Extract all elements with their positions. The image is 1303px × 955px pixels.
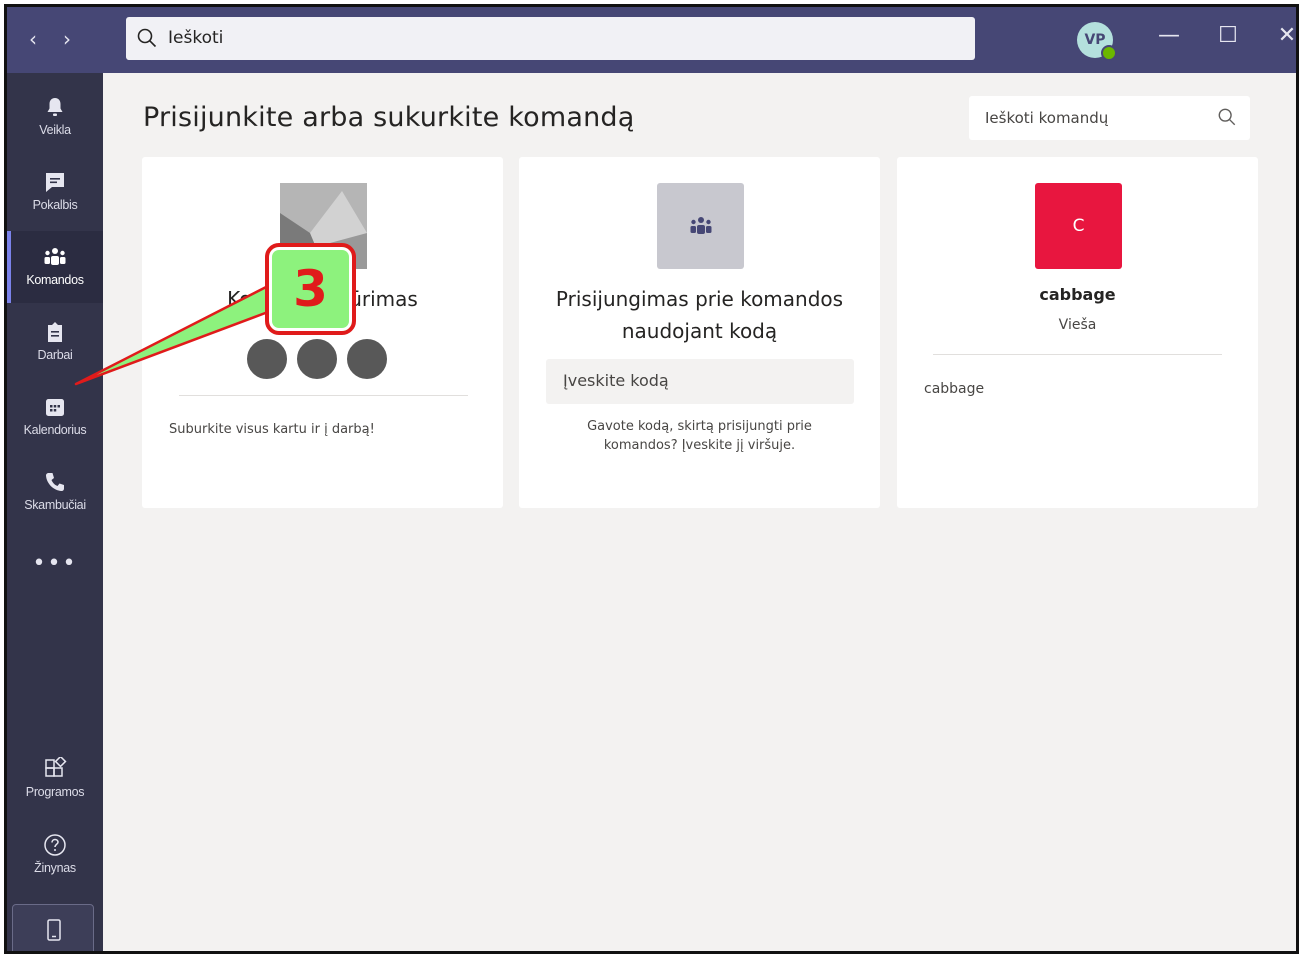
team-description: cabbage bbox=[924, 381, 985, 397]
sidebar-item-help[interactable]: Žinynas bbox=[7, 819, 103, 891]
search-icon bbox=[1218, 108, 1236, 126]
sidebar-item-label: Darbai bbox=[37, 348, 73, 362]
join-team-title-line2: naudojant kodą bbox=[621, 319, 778, 343]
more-apps-button[interactable]: ••• bbox=[7, 551, 103, 576]
teams-icon bbox=[44, 248, 66, 265]
sidebar-item-calls[interactable]: Skambučiai bbox=[7, 456, 103, 528]
sidebar-item-label: Kalendorius bbox=[23, 423, 87, 437]
people-group-icon bbox=[245, 337, 405, 381]
sidebar-item-label: Veikla bbox=[39, 123, 71, 137]
search-icon bbox=[137, 28, 157, 48]
sidebar-item-label: Skambučiai bbox=[24, 498, 86, 512]
maximize-button[interactable]: ☐ bbox=[1213, 21, 1243, 51]
phone-icon bbox=[46, 473, 64, 491]
sidebar-item-label: Pokalbis bbox=[32, 198, 78, 212]
team-privacy-label: Vieša bbox=[1058, 317, 1097, 333]
sidebar-item-label: Žinynas bbox=[34, 861, 76, 875]
phone-device-icon bbox=[47, 919, 61, 941]
app-bar: Veikla Pokalbis Komandos Darbai Kalendor… bbox=[7, 73, 103, 951]
help-icon bbox=[44, 834, 66, 856]
team-search-placeholder: Ieškoti komandų bbox=[985, 109, 1109, 127]
page-title: Prisijunkite arba sukurkite komandą bbox=[143, 102, 635, 133]
sidebar-item-activity[interactable]: Veikla bbox=[7, 81, 103, 153]
team-search-input[interactable]: Ieškoti komandų bbox=[969, 96, 1250, 140]
join-team-description-line2: komandos? Įveskite jį viršuje. bbox=[603, 438, 796, 453]
teams-icon bbox=[690, 217, 712, 234]
back-arrow-icon[interactable]: ‹ bbox=[29, 25, 37, 53]
join-with-code-card: Prisijungimas prie komandos naudojant ko… bbox=[519, 157, 880, 508]
sidebar-item-apps[interactable]: Programos bbox=[7, 743, 103, 815]
divider bbox=[179, 395, 468, 396]
mobile-device-button[interactable] bbox=[12, 904, 94, 951]
calendar-icon bbox=[46, 399, 64, 416]
step-number-badge: 3 bbox=[265, 243, 356, 335]
status-available-icon bbox=[1101, 45, 1117, 61]
join-team-title-line1: Prisijungimas prie komandos bbox=[555, 287, 844, 311]
teams-tile bbox=[657, 183, 744, 269]
bell-icon bbox=[47, 98, 63, 116]
teams-window: ‹ › Ieškoti VP — ☐ ✕ Veikla Pokalbis Kom… bbox=[4, 4, 1299, 954]
apps-icon bbox=[45, 757, 67, 777]
divider bbox=[933, 354, 1222, 355]
sidebar-item-label: Programos bbox=[25, 785, 85, 799]
sidebar-item-label: Komandos bbox=[26, 273, 84, 287]
global-search-input[interactable]: Ieškoti bbox=[126, 17, 975, 60]
team-name: cabbage bbox=[1039, 285, 1116, 304]
assignments-icon bbox=[48, 322, 62, 342]
sidebar-item-teams[interactable]: Komandos bbox=[7, 231, 103, 303]
team-card-cabbage[interactable]: C cabbage Vieša cabbage bbox=[897, 157, 1258, 508]
close-button[interactable]: ✕ bbox=[1272, 21, 1296, 51]
sidebar-item-assignments[interactable]: Darbai bbox=[7, 306, 103, 378]
minimize-button[interactable]: — bbox=[1154, 21, 1184, 51]
team-code-placeholder: Įveskite kodą bbox=[563, 371, 669, 390]
title-bar: ‹ › Ieškoti VP — ☐ ✕ bbox=[7, 7, 1296, 73]
chat-icon bbox=[46, 173, 64, 192]
forward-arrow-icon[interactable]: › bbox=[63, 25, 71, 53]
create-team-description: Suburkite visus kartu ir į darbą! bbox=[169, 422, 375, 437]
sidebar-item-calendar[interactable]: Kalendorius bbox=[7, 381, 103, 453]
join-team-description-line1: Gavote kodą, skirtą prisijungti prie bbox=[587, 419, 812, 434]
sidebar-item-chat[interactable]: Pokalbis bbox=[7, 156, 103, 228]
global-search-placeholder: Ieškoti bbox=[168, 28, 224, 48]
team-avatar-tile: C bbox=[1035, 183, 1122, 269]
